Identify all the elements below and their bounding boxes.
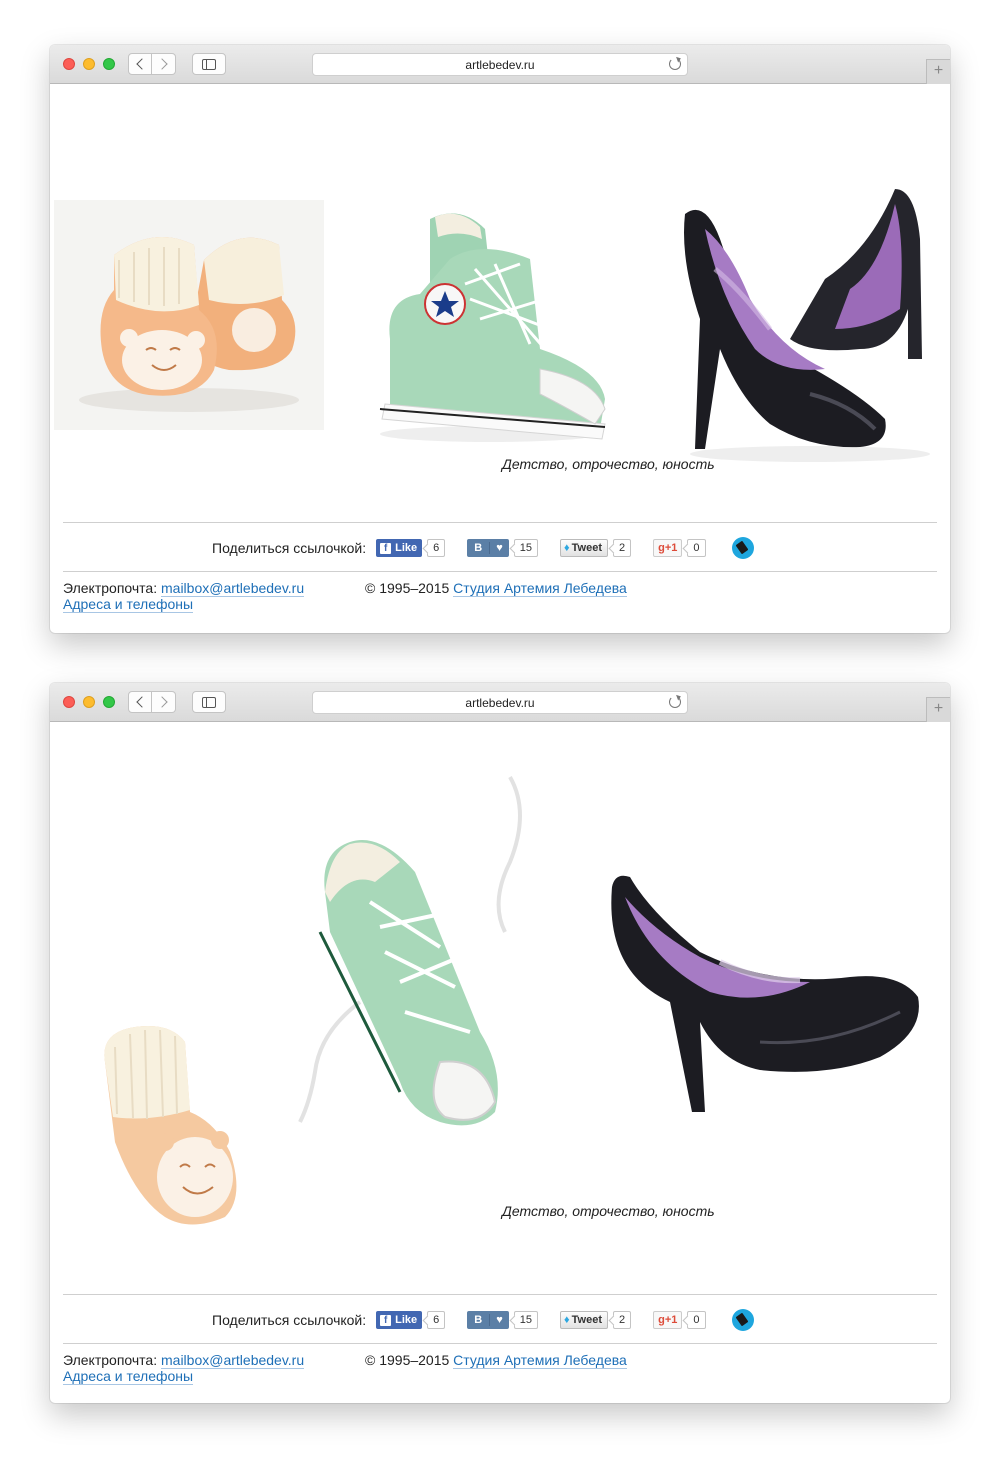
vk-count: 15 [513,1311,539,1329]
tweet-count: 2 [613,539,632,557]
google-plus-button[interactable]: g+1 [653,539,683,557]
vk-count: 15 [513,539,539,557]
facebook-like-button[interactable]: f Like [376,1311,423,1329]
email-link[interactable]: mailbox@artlebedev.ru [161,580,305,597]
address-url: artlebedev.ru [465,58,535,72]
forward-button[interactable] [152,691,176,713]
zoom-window-button[interactable] [103,58,115,70]
copyright-text: © 1995–2015 [365,1352,450,1368]
photo-caption: Детство, отрочество, юность [502,456,715,472]
tweet-label: Tweet [571,1314,602,1326]
facebook-icon: f [380,1314,392,1326]
vk-like-button[interactable]: В ♥ [467,1311,509,1329]
tweet-label: Tweet [571,542,602,554]
share-bar: Поделиться ссылочкой: f Like 6 В ♥ 15 ♦ Twe… [212,537,754,559]
addresses-link[interactable]: Адреса и телефоны [63,596,194,613]
google-plus-count: 0 [687,539,706,557]
share-bar: Поделиться ссылочкой: f Like 6 В ♥ 15 ♦ Twe… [212,1309,754,1331]
addresses-link[interactable]: Адреса и телефоны [63,1368,194,1385]
close-window-button[interactable] [63,58,75,70]
footer-copyright: © 1995–2015 Студия Артемия Лебедева [365,1352,627,1369]
email-label: Электропочта: [63,580,158,596]
back-button[interactable] [128,691,152,713]
sidebar-icon [202,58,216,70]
footer-contacts: Электропочта: mailbox@artlebedev.ru Адре… [63,580,305,613]
baby-bootie-photo [104,1026,237,1225]
sidebar-toggle-button[interactable] [192,691,226,713]
facebook-like-label: Like [395,542,418,554]
browser-window-top: artlebedev.ru + Детство, отрочество, юно… [50,45,950,633]
twitter-bird-icon: ♦ [564,1314,570,1326]
facebook-like-label: Like [395,1314,418,1326]
back-button[interactable] [128,53,152,75]
facebook-count: 6 [427,1311,446,1329]
facebook-like-button[interactable]: f Like [376,539,423,557]
chevron-right-icon [156,696,168,708]
converse-sneaker-photo [298,776,522,1126]
studio-link[interactable]: Студия Артемия Лебедева [453,1352,627,1369]
address-url: artlebedev.ru [465,696,535,710]
divider [63,522,937,523]
copyright-text: © 1995–2015 [365,580,450,596]
vk-label: В [467,1314,491,1326]
tweet-count: 2 [613,1311,632,1329]
sidebar-toggle-button[interactable] [192,53,226,75]
share-label: Поделиться ссылочкой: [212,540,367,556]
browser-toolbar: artlebedev.ru + [50,45,950,84]
google-plus-count: 0 [687,1311,706,1329]
converse-sneakers-photo [379,213,606,442]
minimize-window-button[interactable] [83,58,95,70]
livejournal-pen-icon[interactable] [731,1309,754,1331]
new-tab-button[interactable]: + [926,697,950,722]
high-heel-photo [611,875,919,1112]
tweet-button[interactable]: ♦ Tweet [560,1311,608,1329]
browser-toolbar: artlebedev.ru + [50,683,950,722]
twitter-bird-icon: ♦ [564,542,570,554]
email-link[interactable]: mailbox@artlebedev.ru [161,1352,305,1369]
vk-label: В [467,542,491,554]
photo-caption: Детство, отрочество, юность [502,1203,715,1219]
chevron-left-icon [135,58,148,70]
zoom-window-button[interactable] [103,696,115,708]
reload-icon[interactable] [669,696,681,708]
sidebar-icon [202,696,216,708]
chevron-left-icon [135,696,148,708]
facebook-icon: f [380,542,392,554]
reload-icon[interactable] [669,58,681,70]
email-label: Электропочта: [63,1352,158,1368]
browser-window-bottom: artlebedev.ru + Детство, отрочество, юно… [50,683,950,1403]
heart-icon: ♥ [496,542,503,554]
studio-link[interactable]: Студия Артемия Лебедева [453,580,627,597]
baby-bootie-photo [54,200,324,430]
close-window-button[interactable] [63,696,75,708]
divider [63,1343,937,1344]
chevron-right-icon [156,58,168,70]
minimize-window-button[interactable] [83,696,95,708]
footer-contacts: Электропочта: mailbox@artlebedev.ru Адре… [63,1352,305,1385]
address-bar[interactable]: artlebedev.ru [312,53,688,76]
forward-button[interactable] [152,53,176,75]
google-plus-button[interactable]: g+1 [653,1311,683,1329]
heart-icon: ♥ [496,1314,503,1326]
footer-copyright: © 1995–2015 Студия Артемия Лебедева [365,580,627,597]
new-tab-button[interactable]: + [926,59,950,84]
vk-like-button[interactable]: В ♥ [467,539,509,557]
divider [63,1294,937,1295]
high-heels-photo [684,189,930,462]
address-bar[interactable]: artlebedev.ru [312,691,688,714]
divider [63,571,937,572]
share-label: Поделиться ссылочкой: [212,1312,367,1328]
facebook-count: 6 [427,539,446,557]
tweet-button[interactable]: ♦ Tweet [560,539,608,557]
livejournal-pen-icon[interactable] [731,537,754,559]
